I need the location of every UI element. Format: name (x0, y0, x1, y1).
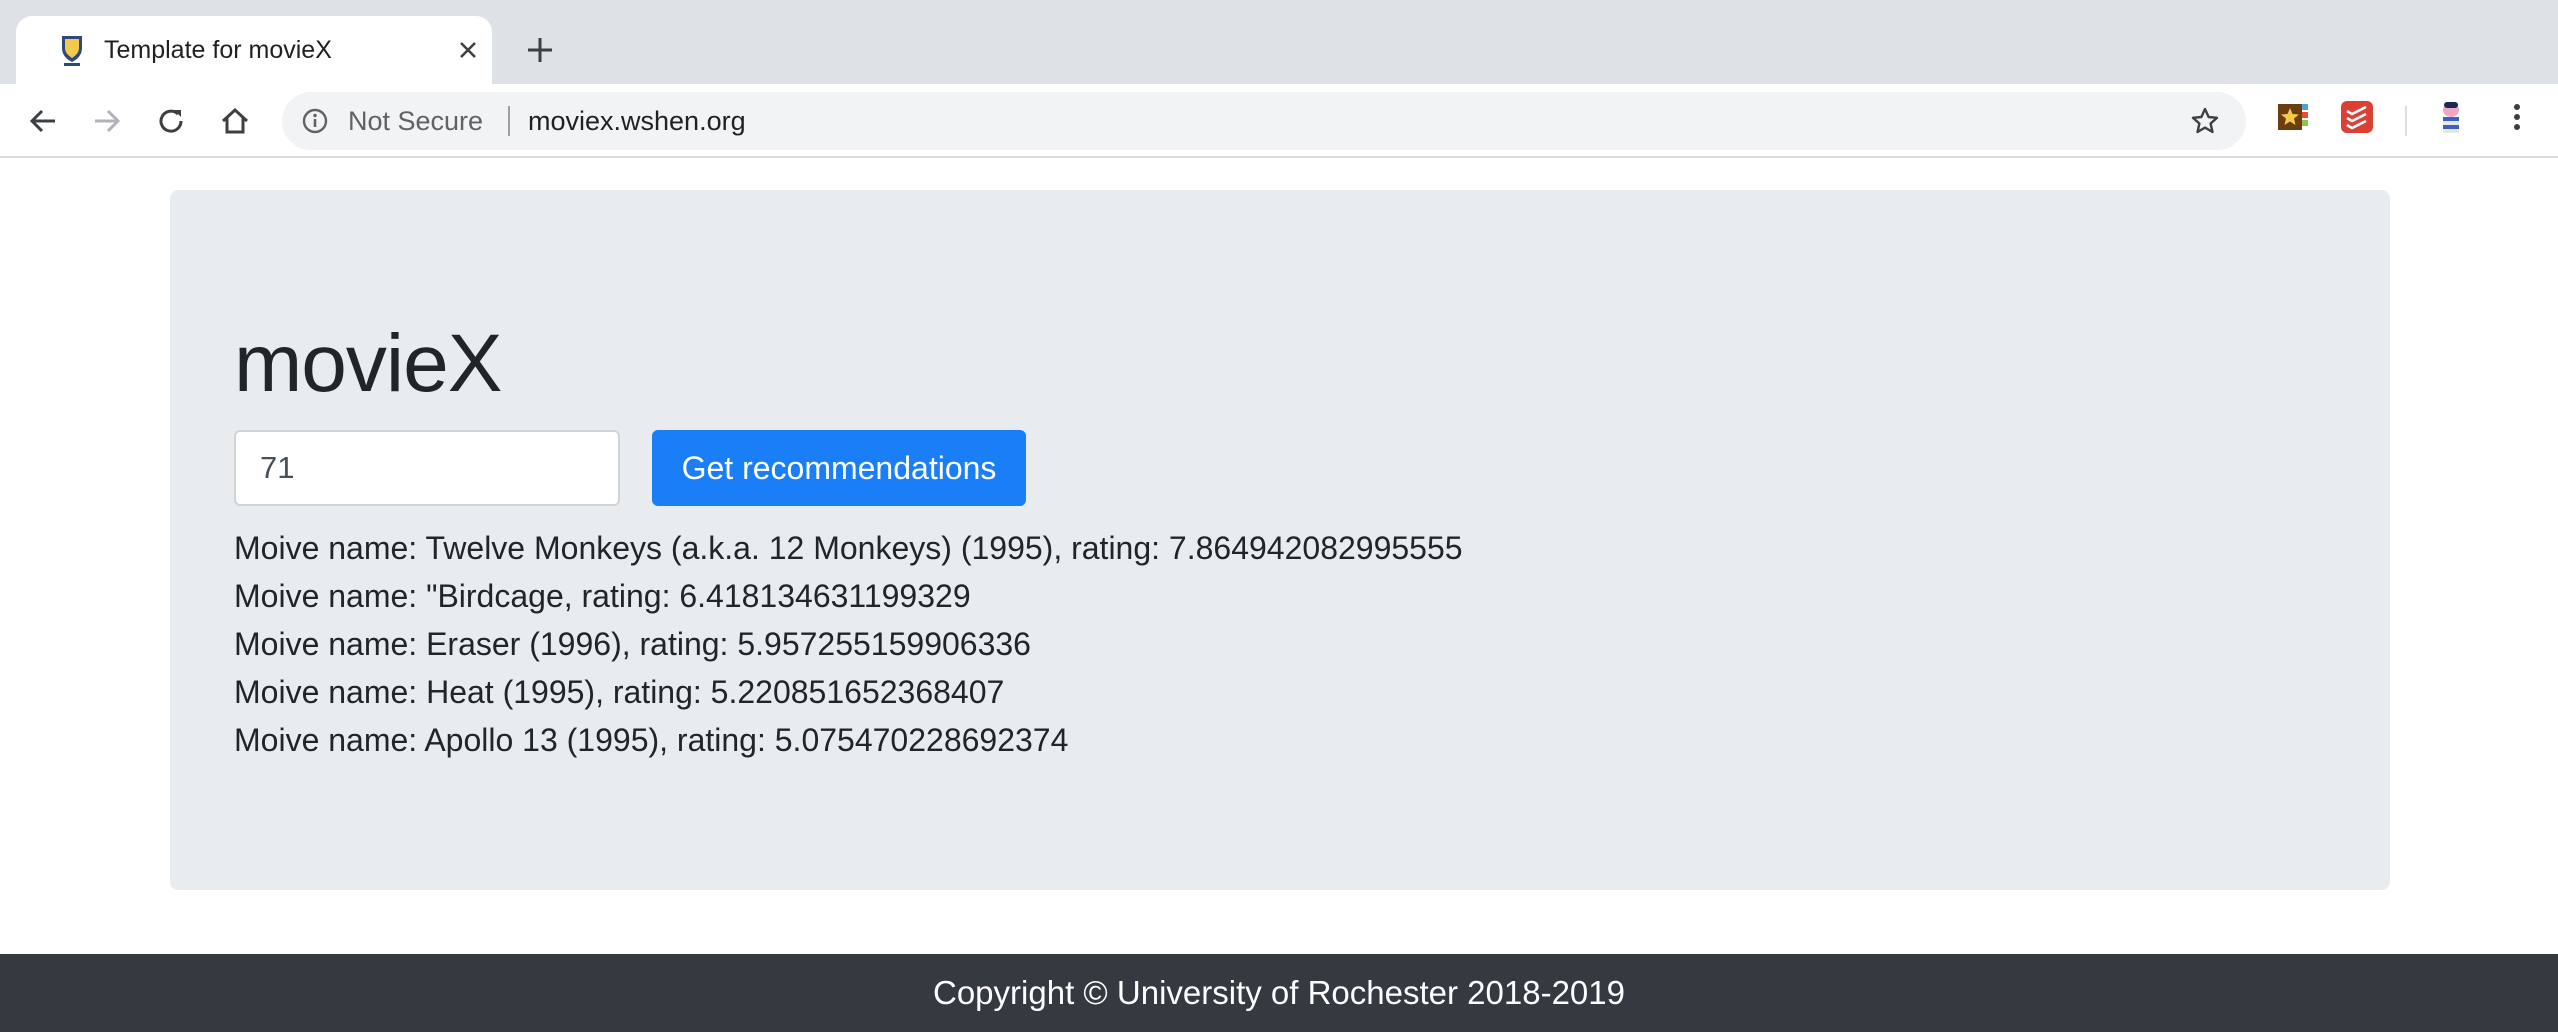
footer-copyright: Copyright © University of Rochester 2018… (933, 974, 1625, 1011)
toolbar-divider (2405, 106, 2407, 136)
arrow-left-icon[interactable] (22, 100, 64, 142)
reload-icon[interactable] (150, 100, 192, 142)
recommendation-item: Moive name: Eraser (1996), rating: 5.957… (234, 626, 1031, 662)
get-recommendations-button[interactable]: Get recommendations (652, 430, 1026, 506)
browser-toolbar: Not Secure moviex.wshen.org (0, 84, 2558, 158)
recommendation-item: Moive name: Heat (1995), rating: 5.22085… (234, 674, 1005, 710)
tab-title: Template for movieX (104, 36, 332, 64)
recommendation-item: Moive name: Apollo 13 (1995), rating: 5.… (234, 722, 1069, 758)
info-circle-icon[interactable] (298, 104, 332, 138)
kebab-menu-icon[interactable] (2500, 100, 2534, 134)
page-title: movieX (234, 318, 502, 409)
address-divider (508, 106, 510, 136)
browser-tab[interactable]: Template for movieX (16, 16, 492, 84)
jumbotron: movieX Get recommendations Moive name: T… (170, 190, 2390, 890)
url-text[interactable]: moviex.wshen.org (528, 92, 746, 150)
home-icon[interactable] (214, 100, 256, 142)
recommendation-item: Moive name: Twelve Monkeys (a.k.a. 12 Mo… (234, 530, 1463, 566)
page-footer: Copyright © University of Rochester 2018… (0, 954, 2558, 1032)
profile-avatar-icon[interactable] (2434, 100, 2468, 134)
tab-strip: Template for movieX (0, 0, 2558, 84)
movie-id-input[interactable] (234, 430, 620, 506)
plus-icon[interactable] (520, 30, 560, 70)
star-badge-extension-icon[interactable] (2276, 100, 2310, 134)
arrow-right-icon[interactable] (86, 100, 128, 142)
recommendation-item: Moive name: "Birdcage, rating: 6.4181346… (234, 578, 971, 614)
address-bar[interactable]: Not Secure moviex.wshen.org (282, 92, 2246, 150)
recommendation-list: Moive name: Twelve Monkeys (a.k.a. 12 Mo… (234, 524, 2034, 764)
security-label[interactable]: Not Secure (348, 92, 483, 150)
university-shield-icon (54, 32, 90, 68)
todoist-extension-icon[interactable] (2340, 100, 2374, 134)
star-outline-icon[interactable] (2188, 104, 2222, 138)
close-icon[interactable] (452, 34, 484, 66)
